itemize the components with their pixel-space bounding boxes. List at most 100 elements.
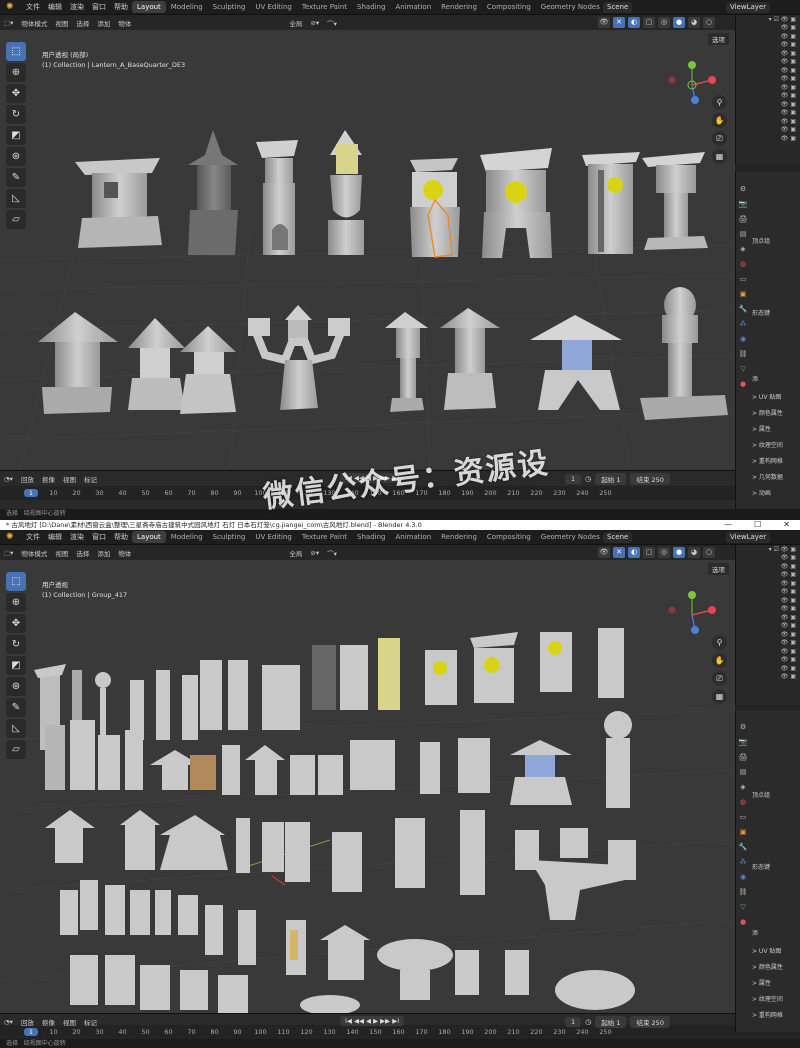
measure-icon[interactable]: ◺ xyxy=(6,189,26,208)
output-props-icon[interactable]: 🖨 xyxy=(738,214,748,224)
orientation-selector[interactable]: 全局 xyxy=(285,548,306,558)
gizmo-toggle-icon[interactable]: ✕ xyxy=(613,547,625,558)
menu-view[interactable]: 视图 xyxy=(51,18,72,28)
menu-add[interactable]: 添加 xyxy=(93,548,114,558)
outliner-row[interactable]: 👁 ▣ xyxy=(736,109,800,118)
pan-hand-icon[interactable]: ✋ xyxy=(712,653,727,668)
tab-uv-editing[interactable]: UV Editing xyxy=(250,1,297,13)
render-props-icon[interactable]: 📷 xyxy=(738,737,748,747)
attributes-section[interactable]: > 属性 xyxy=(752,424,800,433)
color-attributes-section[interactable]: > 颜色属性 xyxy=(752,408,800,417)
editor-type-icon[interactable]: ⬚▾ xyxy=(0,549,17,557)
outliner-row[interactable]: ▾ ☑ 👁 ▣ xyxy=(736,545,800,554)
lantern-row-1[interactable] xyxy=(34,628,624,750)
lantern-model[interactable] xyxy=(582,152,640,254)
outliner-row[interactable]: 👁 ▣ xyxy=(736,100,800,109)
move-icon[interactable]: ✥ xyxy=(6,614,26,633)
menu-marker[interactable]: 标记 xyxy=(80,474,101,484)
rendered-shading-icon[interactable]: ○ xyxy=(703,17,715,28)
wireframe-shading-icon[interactable]: ◎ xyxy=(658,547,670,558)
lantern-model[interactable] xyxy=(640,287,728,420)
uv-maps-section[interactable]: > UV 贴图 xyxy=(752,392,800,401)
snap-icon[interactable]: ⌒▾ xyxy=(323,548,341,558)
camera-icon[interactable]: ⎚ xyxy=(712,671,727,686)
outliner-row[interactable]: ▾ ☑ 👁 ▣ xyxy=(736,15,800,24)
current-frame-field[interactable]: 1 xyxy=(565,474,582,484)
overlay-toggle-icon[interactable]: ◐ xyxy=(628,547,640,558)
navigation-gizmo-icon[interactable] xyxy=(667,590,717,640)
mode-selector[interactable]: 物体模式 xyxy=(17,18,51,28)
scene-selector[interactable]: Scene xyxy=(603,532,633,543)
tab-animation[interactable]: Animation xyxy=(390,1,436,13)
view-layer-props-icon[interactable]: ▤ xyxy=(738,229,748,239)
stopwatch-icon[interactable]: ◷ xyxy=(585,475,591,483)
menu-help[interactable]: 帮助 xyxy=(110,2,132,12)
outliner-row[interactable]: 👁 ▣ xyxy=(736,126,800,135)
grid-view-icon[interactable]: ▦ xyxy=(712,149,727,164)
lantern-model[interactable] xyxy=(180,326,236,414)
tab-shading[interactable]: Shading xyxy=(352,531,390,543)
current-frame-marker[interactable]: 1 xyxy=(24,1028,38,1036)
menu-help[interactable]: 帮助 xyxy=(110,532,132,542)
scale-icon[interactable]: ◩ xyxy=(6,656,26,675)
minimize-icon[interactable]: — xyxy=(724,520,732,530)
animation-section[interactable]: > 动画 xyxy=(752,488,800,497)
blender-logo-icon[interactable]: ✺ xyxy=(6,531,18,543)
material-props-icon[interactable]: ● xyxy=(738,379,748,389)
tab-compositing[interactable]: Compositing xyxy=(482,1,536,13)
tab-compositing[interactable]: Compositing xyxy=(482,531,536,543)
remesh-section[interactable]: > 重构网格 xyxy=(752,1010,800,1019)
menu-file[interactable]: 文件 xyxy=(22,2,44,12)
menu-select[interactable]: 选择 xyxy=(72,18,93,28)
physics-props-icon[interactable]: ◉ xyxy=(738,872,748,882)
xray-icon[interactable]: ▢ xyxy=(643,547,655,558)
outliner-row[interactable]: 👁 ▣ xyxy=(736,134,800,143)
outliner-row[interactable]: 👁 ▣ xyxy=(736,49,800,58)
menu-window[interactable]: 窗口 xyxy=(88,532,110,542)
navigation-gizmo-icon[interactable] xyxy=(667,60,717,110)
menu-render[interactable]: 渲染 xyxy=(66,532,88,542)
outliner-row[interactable]: 👁 ▣ xyxy=(736,622,800,631)
menu-tl-view[interactable]: 视图 xyxy=(59,1017,80,1027)
menu-playback[interactable]: 回放 xyxy=(17,474,38,484)
lantern-model[interactable] xyxy=(328,130,364,255)
render-props-icon[interactable]: 📷 xyxy=(738,199,748,209)
grid-view-icon[interactable]: ▦ xyxy=(712,689,727,704)
annotate-icon[interactable]: ✎ xyxy=(6,168,26,187)
visibility-icon[interactable]: 👁 xyxy=(598,547,610,558)
camera-icon[interactable]: ⎚ xyxy=(712,131,727,146)
tab-layout[interactable]: Layout xyxy=(132,531,166,543)
collection-props-icon[interactable]: ▭ xyxy=(738,812,748,822)
wireframe-shading-icon[interactable]: ◎ xyxy=(658,17,670,28)
outliner-row[interactable]: 👁 ▣ xyxy=(736,83,800,92)
timeline-editor-icon[interactable]: ◔▾ xyxy=(0,475,17,483)
outliner-row[interactable]: 👁 ▣ xyxy=(736,647,800,656)
end-frame-field[interactable]: 结束 250 xyxy=(630,1016,670,1028)
view-layer-selector[interactable]: ViewLayer xyxy=(726,532,771,543)
output-props-icon[interactable]: 🖨 xyxy=(738,752,748,762)
attributes-section[interactable]: > 属性 xyxy=(752,978,800,987)
outliner-row[interactable]: 👁 ▣ xyxy=(736,630,800,639)
outliner-row[interactable]: 👁 ▣ xyxy=(736,66,800,75)
solid-shading-icon[interactable]: ● xyxy=(673,17,685,28)
tab-layout[interactable]: Layout xyxy=(132,1,166,13)
menu-window[interactable]: 窗口 xyxy=(88,2,110,12)
zoom-icon[interactable]: ⚲ xyxy=(712,635,727,650)
pan-hand-icon[interactable]: ✋ xyxy=(712,113,727,128)
view-layer-props-icon[interactable]: ▤ xyxy=(738,767,748,777)
texture-space-section[interactable]: > 纹理空间 xyxy=(752,440,800,449)
menu-render[interactable]: 渲染 xyxy=(66,2,88,12)
outliner-row[interactable]: 👁 ▣ xyxy=(736,571,800,580)
tab-rendering[interactable]: Rendering xyxy=(436,1,482,13)
menu-edit[interactable]: 编辑 xyxy=(44,532,66,542)
menu-tl-view[interactable]: 视图 xyxy=(59,474,80,484)
shape-keys-header[interactable]: 形态键 xyxy=(752,862,800,871)
tab-sculpting[interactable]: Sculpting xyxy=(208,1,251,13)
transform-icon[interactable]: ⊛ xyxy=(6,147,26,166)
outliner-row[interactable]: 👁 ▣ xyxy=(736,588,800,597)
editor-type-icon[interactable]: ⬚▾ xyxy=(0,19,17,27)
solid-shading-icon[interactable]: ● xyxy=(673,547,685,558)
playback-controls[interactable]: I◀ ◀◀ ◀ ▶ ▶▶ ▶I xyxy=(340,1016,405,1026)
start-frame-field[interactable]: 起始 1 xyxy=(595,473,627,485)
tab-modeling[interactable]: Modeling xyxy=(166,531,208,543)
